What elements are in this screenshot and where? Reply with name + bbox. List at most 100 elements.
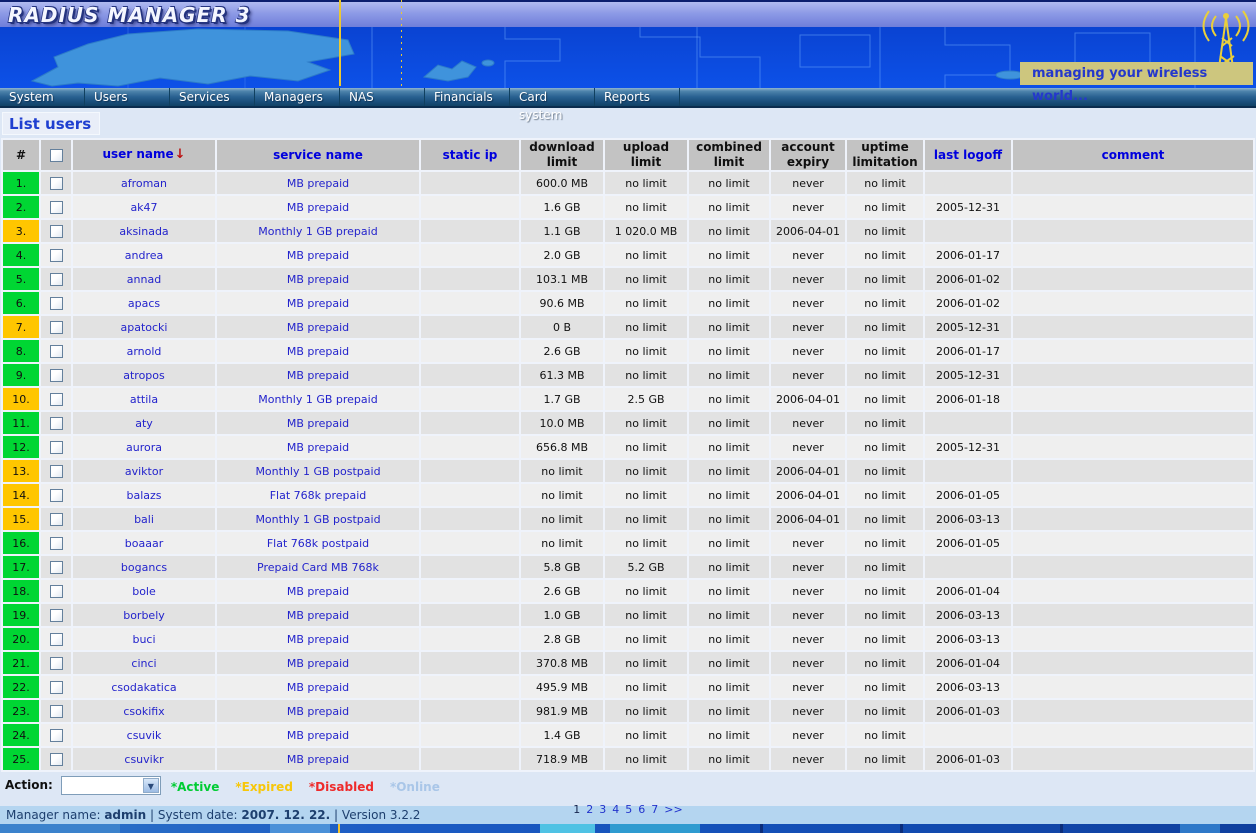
nav-item-managers[interactable]: Managers (255, 88, 340, 106)
row-checkbox[interactable] (50, 417, 63, 430)
service-name-link[interactable]: Monthly 1 GB prepaid (258, 225, 377, 238)
service-name-link[interactable]: Monthly 1 GB postpaid (255, 513, 380, 526)
service-name-link[interactable]: MB prepaid (287, 201, 349, 214)
row-checkbox[interactable] (50, 177, 63, 190)
service-name-link[interactable]: Flat 768k postpaid (267, 537, 369, 550)
row-checkbox[interactable] (50, 273, 63, 286)
row-checkbox[interactable] (50, 297, 63, 310)
service-name-link[interactable]: MB prepaid (287, 321, 349, 334)
row-checkbox[interactable] (50, 681, 63, 694)
service-name-link[interactable]: MB prepaid (287, 345, 349, 358)
row-checkbox[interactable] (50, 633, 63, 646)
row-checkbox[interactable] (50, 369, 63, 382)
service-name-link[interactable]: Monthly 1 GB prepaid (258, 393, 377, 406)
user-name-link[interactable]: andrea (125, 249, 163, 262)
user-name-link[interactable]: arnold (127, 345, 162, 358)
user-name-link[interactable]: balazs (126, 489, 161, 502)
row-checkbox[interactable] (50, 441, 63, 454)
service-name-link[interactable]: MB prepaid (287, 297, 349, 310)
account-expiry-cell: never (771, 532, 845, 554)
nav-item-users[interactable]: Users (85, 88, 170, 106)
pagination-next-link[interactable]: >> (664, 803, 682, 816)
row-checkbox[interactable] (50, 537, 63, 550)
row-checkbox[interactable] (50, 729, 63, 742)
row-checkbox[interactable] (50, 657, 63, 670)
user-name-link[interactable]: ak47 (130, 201, 157, 214)
user-name-link[interactable]: aviktor (125, 465, 163, 478)
row-checkbox[interactable] (50, 225, 63, 238)
service-name-link[interactable]: Prepaid Card MB 768k (257, 561, 379, 574)
action-select[interactable]: ▼ (61, 776, 161, 795)
pagination-page-link[interactable]: 5 (625, 803, 632, 816)
pagination-page-link[interactable]: 7 (651, 803, 658, 816)
column-header-user_name[interactable]: user name↓ (73, 140, 215, 170)
row-checkbox[interactable] (50, 393, 63, 406)
row-checkbox[interactable] (50, 753, 63, 766)
select-all-checkbox[interactable] (50, 149, 63, 162)
user-name-link[interactable]: apatocki (121, 321, 168, 334)
service-name-link[interactable]: MB prepaid (287, 585, 349, 598)
user-name-link[interactable]: aty (135, 417, 153, 430)
row-checkbox[interactable] (50, 513, 63, 526)
pagination-page-link[interactable]: 6 (638, 803, 645, 816)
row-checkbox[interactable] (50, 321, 63, 334)
row-checkbox[interactable] (50, 561, 63, 574)
service-name-link[interactable]: MB prepaid (287, 249, 349, 262)
service-name-link[interactable]: MB prepaid (287, 177, 349, 190)
pagination-page-link[interactable]: 2 (586, 803, 593, 816)
user-name-link[interactable]: bali (134, 513, 154, 526)
column-header-service_name[interactable]: service name (217, 140, 419, 170)
user-name-link[interactable]: bogancs (121, 561, 167, 574)
user-name-link[interactable]: bole (132, 585, 156, 598)
user-name-link[interactable]: borbely (123, 609, 165, 622)
service-name-link[interactable]: Monthly 1 GB postpaid (255, 465, 380, 478)
row-checkbox[interactable] (50, 201, 63, 214)
service-name-link[interactable]: MB prepaid (287, 273, 349, 286)
user-name-link[interactable]: csokifix (123, 705, 164, 718)
pagination-page-link[interactable]: 4 (612, 803, 619, 816)
row-checkbox[interactable] (50, 249, 63, 262)
column-header-last_logoff[interactable]: last logoff (925, 140, 1011, 170)
row-checkbox[interactable] (50, 345, 63, 358)
row-checkbox[interactable] (50, 489, 63, 502)
service-name-link[interactable]: MB prepaid (287, 705, 349, 718)
row-checkbox[interactable] (50, 465, 63, 478)
service-name-link[interactable]: MB prepaid (287, 441, 349, 454)
column-header-static_ip[interactable]: static ip (421, 140, 519, 170)
pagination-page-link[interactable]: 3 (599, 803, 606, 816)
row-checkbox[interactable] (50, 705, 63, 718)
nav-item-reports[interactable]: Reports (595, 88, 680, 106)
row-checkbox[interactable] (50, 585, 63, 598)
account-expiry-cell: 2006-04-01 (771, 484, 845, 506)
service-name-link[interactable]: Flat 768k prepaid (270, 489, 367, 502)
dropdown-arrow-icon[interactable]: ▼ (143, 778, 159, 793)
user-name-link[interactable]: cinci (131, 657, 156, 670)
nav-item-financials[interactable]: Financials (425, 88, 510, 106)
service-name-link[interactable]: MB prepaid (287, 729, 349, 742)
nav-item-services[interactable]: Services (170, 88, 255, 106)
service-name-link[interactable]: MB prepaid (287, 681, 349, 694)
user-name-link[interactable]: atropos (123, 369, 165, 382)
user-name-link[interactable]: attila (130, 393, 158, 406)
service-name-link[interactable]: MB prepaid (287, 417, 349, 430)
nav-item-card-system[interactable]: Card system (510, 88, 595, 106)
user-name-link[interactable]: apacs (128, 297, 160, 310)
user-name-link[interactable]: afroman (121, 177, 167, 190)
service-name-link[interactable]: MB prepaid (287, 369, 349, 382)
column-header-comment[interactable]: comment (1013, 140, 1253, 170)
service-name-link[interactable]: MB prepaid (287, 633, 349, 646)
row-checkbox[interactable] (50, 609, 63, 622)
user-name-link[interactable]: annad (127, 273, 161, 286)
user-name-link[interactable]: buci (132, 633, 155, 646)
user-name-link[interactable]: aurora (126, 441, 162, 454)
user-name-link[interactable]: aksinada (119, 225, 168, 238)
service-name-link[interactable]: MB prepaid (287, 753, 349, 766)
service-name-link[interactable]: MB prepaid (287, 609, 349, 622)
nav-item-system[interactable]: System (0, 88, 85, 106)
nav-item-nas[interactable]: NAS (340, 88, 425, 106)
user-name-link[interactable]: csodakatica (111, 681, 176, 694)
user-name-link[interactable]: boaaar (125, 537, 163, 550)
user-name-link[interactable]: csuvikr (124, 753, 163, 766)
user-name-link[interactable]: csuvik (127, 729, 162, 742)
service-name-link[interactable]: MB prepaid (287, 657, 349, 670)
